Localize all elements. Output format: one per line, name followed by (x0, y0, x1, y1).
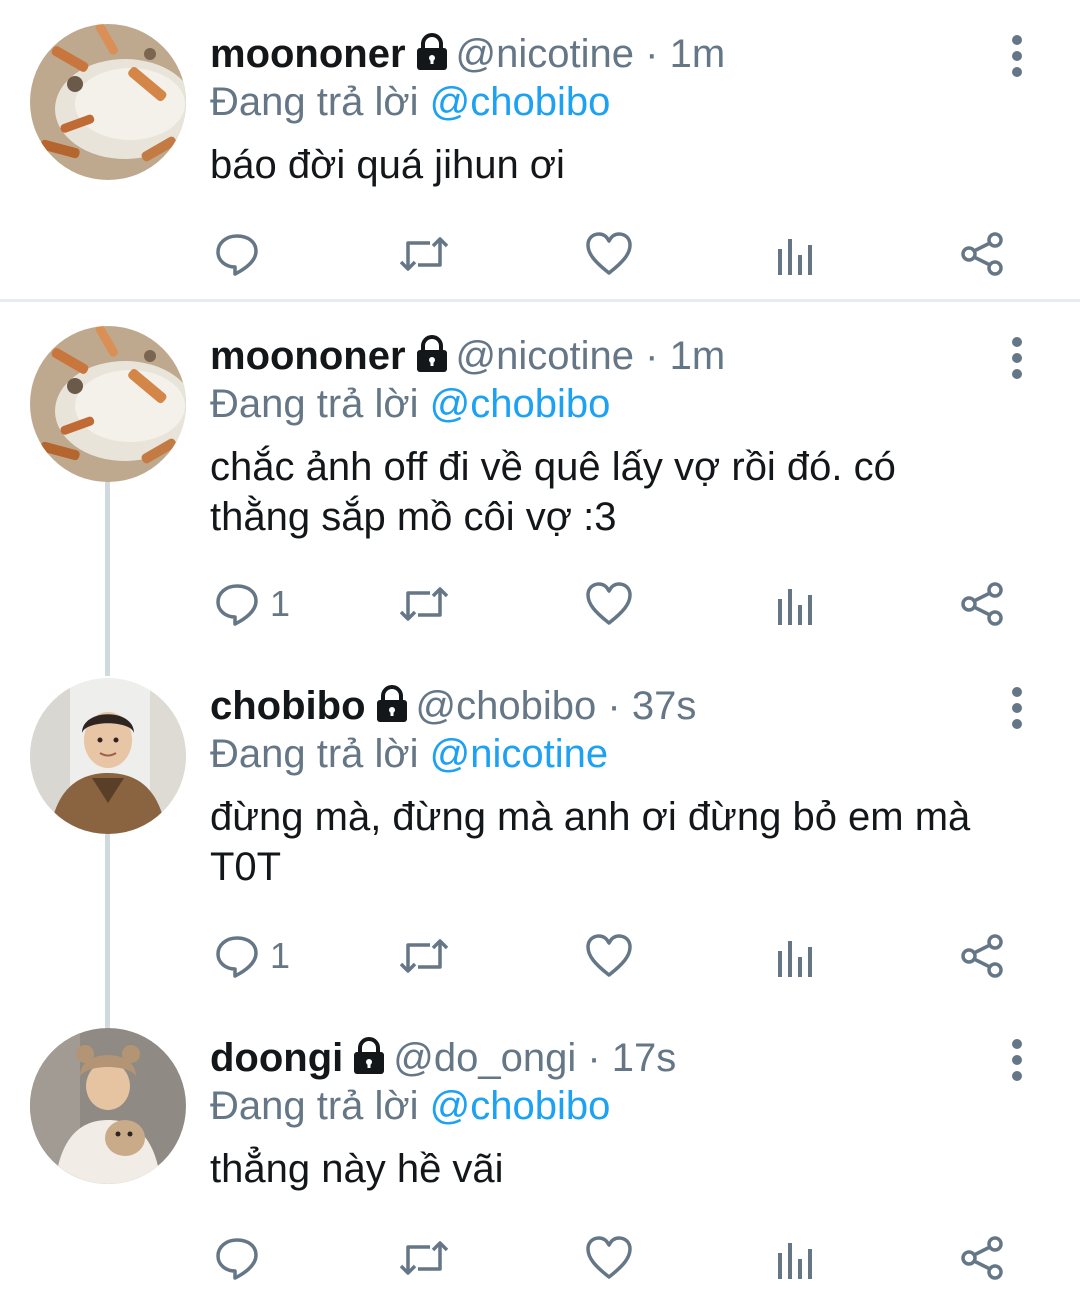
analytics-button[interactable] (776, 224, 816, 284)
tweet-line: T0T (210, 845, 282, 889)
tweet[interactable]: doongi @do_ongi · 17s Đang trả lời @chobi… (0, 1004, 1080, 1308)
retweet-icon (398, 1235, 450, 1281)
more-vertical-icon[interactable] (1002, 336, 1032, 380)
user-handle[interactable]: @nicotine (456, 334, 634, 378)
share-button[interactable] (958, 224, 1006, 284)
share-button[interactable] (958, 574, 1006, 634)
reply-count: 1 (270, 583, 291, 624)
avatar[interactable] (30, 678, 186, 834)
retweet-button[interactable] (398, 1228, 450, 1288)
reply-mention[interactable]: @nicotine (430, 732, 608, 776)
like-button[interactable] (585, 926, 633, 986)
more-vertical-icon[interactable] (1002, 1038, 1032, 1082)
reply-icon (214, 1235, 260, 1281)
more-vertical-icon[interactable] (1002, 686, 1032, 730)
analytics-icon (776, 1235, 816, 1281)
reply-prefix: Đang trả lời (210, 382, 419, 426)
tweet-text: chắc ảnh off đi về quê lấy vợ rồi đó. có… (210, 442, 1010, 542)
share-icon (958, 581, 1006, 627)
tweet-text: đừng mà, đừng mà anh ơi đừng bỏ em mà T0… (210, 792, 1010, 892)
user-handle[interactable]: @chobibo (416, 684, 597, 728)
reply-icon (214, 581, 260, 627)
retweet-button[interactable] (398, 926, 450, 986)
action-bar (0, 1228, 1080, 1288)
reply-mention[interactable]: @chobibo (430, 382, 611, 426)
reply-context: Đang trả lời @chobibo (210, 76, 610, 128)
reply-button[interactable] (214, 1228, 270, 1288)
display-name[interactable]: doongi (210, 1036, 343, 1080)
retweet-icon (398, 581, 450, 627)
share-icon (958, 933, 1006, 979)
avatar[interactable] (30, 326, 186, 482)
like-button[interactable] (585, 224, 633, 284)
timestamp[interactable]: · 37s (607, 684, 696, 728)
share-button[interactable] (958, 1228, 1006, 1288)
analytics-button[interactable] (776, 1228, 816, 1288)
analytics-button[interactable] (776, 926, 816, 986)
share-button[interactable] (958, 926, 1006, 986)
tweet[interactable]: chobibo @chobibo · 37s Đang trả lời @nico… (0, 652, 1080, 1004)
action-bar: 1 (0, 926, 1080, 986)
more-vertical-icon[interactable] (1002, 34, 1032, 78)
share-icon (958, 1235, 1006, 1281)
tweet-line: thằng sắp mồ côi vợ :3 (210, 495, 617, 539)
reply-prefix: Đang trả lời (210, 732, 419, 776)
tweet[interactable]: moononer @nicotine · 1m Đang trả lời @cho… (0, 302, 1080, 652)
timestamp[interactable]: · 17s (587, 1036, 676, 1080)
analytics-button[interactable] (776, 574, 816, 634)
tweet-text: báo đời quá jihun ơi (210, 140, 1010, 190)
display-name[interactable]: chobibo (210, 684, 366, 728)
avatar[interactable] (30, 24, 186, 180)
tweet-line: chắc ảnh off đi về quê lấy vợ rồi đó. có (210, 445, 896, 489)
retweet-icon (398, 231, 450, 277)
reply-button[interactable] (214, 224, 270, 284)
reply-icon (214, 231, 260, 277)
reply-icon (214, 933, 260, 979)
timestamp[interactable]: · 1m (645, 334, 725, 378)
tweet-text: thẳng này hề vãi (210, 1144, 1010, 1194)
reply-context: Đang trả lời @nicotine (210, 728, 608, 780)
timestamp[interactable]: · 1m (645, 32, 725, 76)
heart-icon (585, 1235, 633, 1281)
tweet-line: báo đời quá jihun ơi (210, 143, 565, 187)
tweet-line: đừng mà, đừng mà anh ơi đừng bỏ em mà (210, 795, 971, 839)
like-button[interactable] (585, 1228, 633, 1288)
reply-prefix: Đang trả lời (210, 80, 419, 124)
reply-prefix: Đang trả lời (210, 1084, 419, 1128)
reply-button[interactable]: 1 (214, 926, 290, 986)
reply-mention[interactable]: @chobibo (430, 80, 611, 124)
retweet-button[interactable] (398, 574, 450, 634)
action-bar: 1 (0, 574, 1080, 634)
heart-icon (585, 231, 633, 277)
action-bar (0, 224, 1080, 284)
retweet-button[interactable] (398, 224, 450, 284)
user-handle[interactable]: @nicotine (456, 32, 634, 76)
like-button[interactable] (585, 574, 633, 634)
reply-context: Đang trả lời @chobibo (210, 1080, 610, 1132)
analytics-icon (776, 581, 816, 627)
share-icon (958, 231, 1006, 277)
reply-count: 1 (270, 935, 291, 976)
avatar[interactable] (30, 1028, 186, 1184)
user-handle[interactable]: @do_ongi (393, 1036, 576, 1080)
reply-button[interactable]: 1 (214, 574, 290, 634)
display-name[interactable]: moononer (210, 32, 406, 76)
analytics-icon (776, 231, 816, 277)
reply-mention[interactable]: @chobibo (430, 1084, 611, 1128)
heart-icon (585, 933, 633, 979)
tweet[interactable]: moononer @nicotine · 1m Đang trả lời @cho… (0, 0, 1080, 300)
heart-icon (585, 581, 633, 627)
display-name[interactable]: moononer (210, 334, 406, 378)
analytics-icon (776, 933, 816, 979)
reply-context: Đang trả lời @chobibo (210, 378, 610, 430)
tweet-line: thẳng này hề vãi (210, 1147, 504, 1191)
retweet-icon (398, 933, 450, 979)
